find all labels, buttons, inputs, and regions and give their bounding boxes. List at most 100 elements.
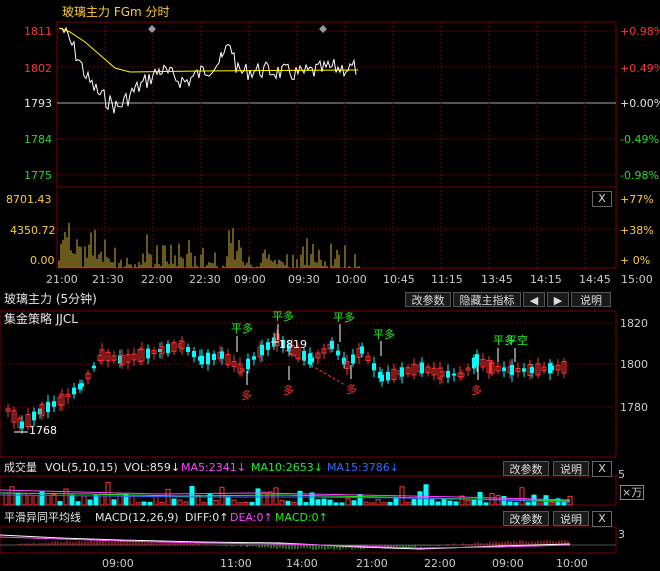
candle-body: [330, 340, 334, 350]
volume-candle-bar: [375, 499, 381, 506]
scroll-right-button[interactable]: ▶: [547, 292, 569, 307]
candle-body: [200, 355, 204, 365]
session-marker: [319, 25, 327, 33]
volume-candle-bar: [519, 487, 525, 506]
volume-candle-bar: [507, 501, 513, 506]
volume-panel-name: 成交量: [4, 461, 37, 474]
kline-axis-label: 1780: [620, 401, 648, 414]
volume-candle-bar: [75, 501, 81, 506]
time-axis-label: 21:30: [92, 273, 124, 286]
volume-candle-bar: [33, 495, 39, 506]
volume-candle-bar: [549, 502, 555, 506]
volume-candle-bar: [69, 494, 75, 506]
macd-help-button[interactable]: 说明: [553, 511, 589, 526]
bottom-time-label: 09:00: [492, 557, 524, 570]
ma10-value: MA10:2653↓: [251, 461, 323, 474]
time-axis-label: 14:45: [579, 273, 611, 286]
percent-axis-label: -0.98%: [620, 169, 659, 182]
volume-candle-bar: [87, 499, 93, 506]
candle-body: [92, 365, 96, 369]
volume-candle-bar: [267, 491, 273, 506]
volume-candle-bar: [285, 500, 291, 506]
volume-candle-bar: [339, 502, 345, 506]
average-line: [58, 27, 359, 73]
volume-candle-bar: [249, 501, 255, 506]
volume-candle-bar: [201, 502, 207, 506]
candle-body: [446, 371, 450, 378]
volume-candle-bar: [429, 499, 435, 506]
price-axis-label: 1775: [24, 169, 52, 182]
candle-body: [46, 401, 50, 413]
modify-params-button[interactable]: 改参数: [405, 292, 451, 307]
volume-candle-bar: [213, 500, 219, 506]
price-axis-label: 1802: [24, 62, 52, 75]
candle-body: [146, 348, 150, 359]
volume-candle-bar: [369, 502, 375, 506]
flat-long-signal: 平多: [231, 322, 253, 335]
volume-candle-bar: [45, 494, 51, 506]
time-axis-label: 13:45: [481, 273, 513, 286]
scroll-left-button[interactable]: ◀: [523, 292, 545, 307]
candle-body: [386, 371, 390, 381]
volume-close-button[interactable]: X: [592, 461, 612, 477]
volume-candle-bar: [513, 502, 519, 506]
bottom-time-label: 14:00: [286, 557, 318, 570]
volume-candle-bar: [309, 492, 315, 506]
bottom-time-label: 09:00: [102, 557, 134, 570]
intraday-frame: [56, 21, 617, 269]
volume-formula: VOL(5,10,15): [45, 461, 118, 474]
candle-body: [266, 342, 270, 350]
candle-body: [186, 347, 190, 352]
macd-modify-button[interactable]: 改参数: [503, 511, 549, 526]
candle-body: [475, 354, 479, 366]
close-volume-button[interactable]: X: [592, 191, 612, 207]
macd-close-button[interactable]: X: [592, 511, 612, 527]
volume-candle-bar: [345, 498, 351, 506]
volume-candle-bar: [273, 487, 279, 506]
volume-candle-bar: [441, 498, 447, 506]
volume-candle-bar: [243, 501, 249, 506]
volume-candle-bar: [303, 502, 309, 506]
volume-candle-bar: [225, 496, 231, 506]
volume-candle-bar: [9, 486, 15, 506]
time-axis-label: 22:00: [141, 273, 173, 286]
percent-axis-label: +0.49%: [620, 62, 660, 75]
candle-body: [310, 357, 314, 363]
diff-value: DIFF:0↑: [185, 511, 229, 524]
volume-candle-bar: [261, 491, 267, 506]
volume-percent-label: + 0%: [620, 254, 651, 267]
volume-unit-label: ×万: [620, 485, 645, 500]
percent-axis-label: +0.00%: [620, 97, 660, 110]
bottom-time-label: 22:00: [424, 557, 456, 570]
macd-scale-label: 3: [618, 528, 625, 541]
volume-percent-label: +38%: [620, 224, 654, 237]
candle-body: [52, 401, 56, 407]
long-signal: 多: [283, 384, 294, 397]
bottom-time-label: 21:00: [356, 557, 388, 570]
time-axis-label: 09:30: [288, 273, 320, 286]
help-button[interactable]: 说明: [571, 292, 611, 307]
candle-body: [522, 368, 526, 372]
volume-candle-bar: [333, 502, 339, 506]
volume-candle-bar: [387, 501, 393, 506]
intraday-title: 玻璃主力 FGm 分时: [62, 5, 170, 19]
dea-value: DEA:0↑: [230, 511, 273, 524]
volume-scale-label: 5: [618, 468, 625, 481]
candle-body: [380, 374, 384, 382]
volume-axis-label: 0.00: [30, 254, 55, 267]
candle-body: [220, 351, 224, 359]
macd-value: MACD:0↑: [275, 511, 328, 524]
session-marker: [148, 25, 156, 33]
volume-modify-button[interactable]: 改参数: [503, 461, 549, 476]
candle-body: [166, 343, 170, 354]
volume-help-button[interactable]: 说明: [553, 461, 589, 476]
candle-body: [302, 351, 306, 361]
strategy-label: 集金策略 JJCL: [4, 312, 78, 326]
volume-candle-bar: [423, 484, 429, 506]
candle-body: [252, 356, 256, 360]
volume-value: VOL:859↓: [124, 461, 181, 474]
hide-main-indicator-button[interactable]: 隐藏主指标: [453, 292, 521, 307]
ma15-value: MA15:3786↓: [327, 461, 399, 474]
candle-body: [32, 411, 36, 421]
volume-candle-bar: [465, 500, 471, 506]
